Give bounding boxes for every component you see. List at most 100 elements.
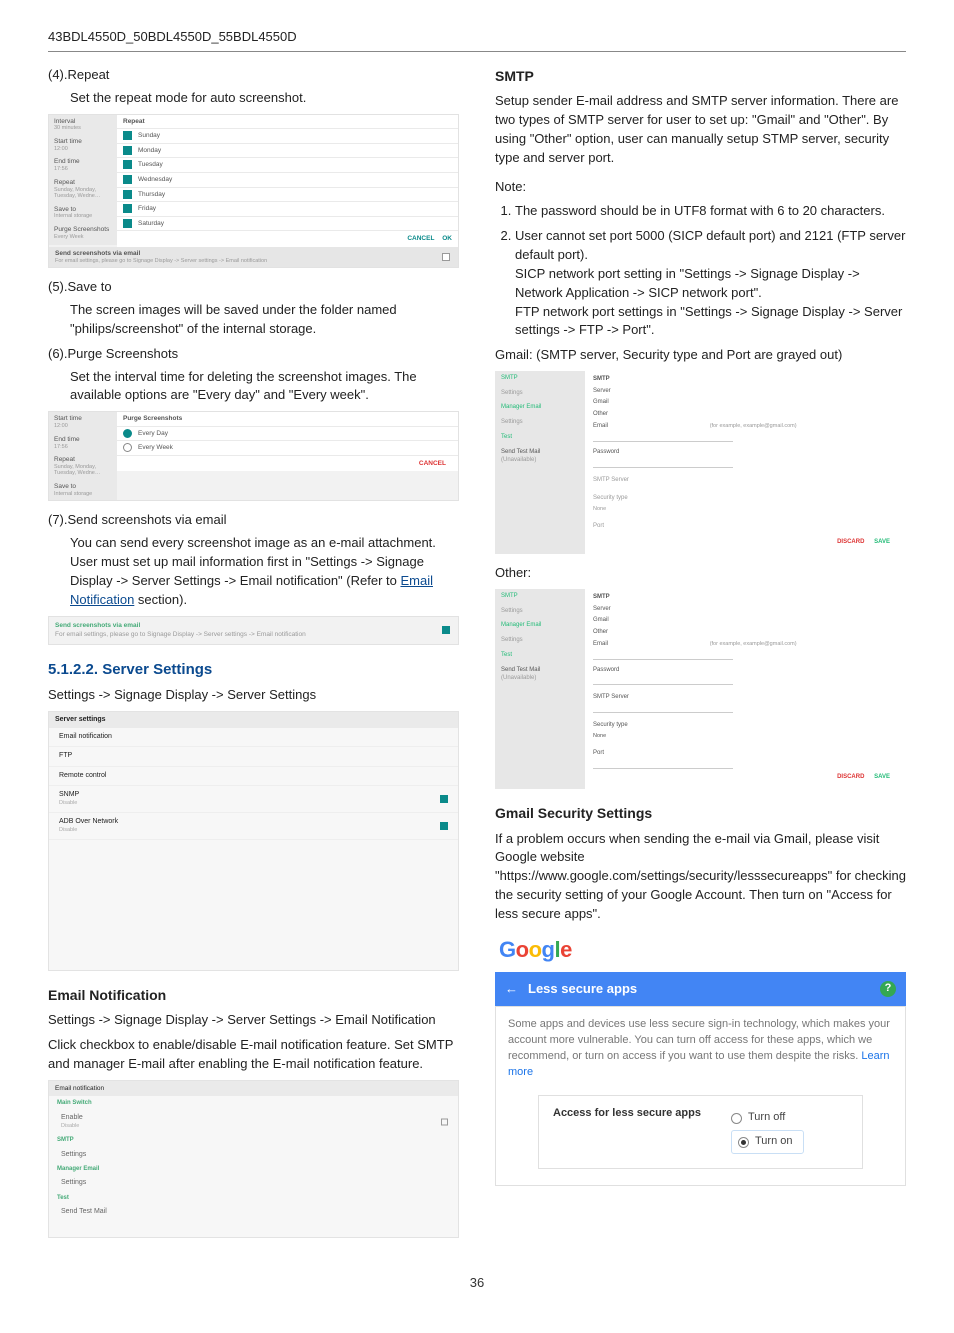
note-1: The password should be in UTF8 format wi… bbox=[515, 202, 906, 221]
purge-panel: Start time12:00 End time17:56 RepeatSund… bbox=[48, 411, 459, 501]
access-box: Access for less secure apps Turn off Tur… bbox=[538, 1095, 863, 1169]
so-radio-gmail[interactable]: Gmail bbox=[593, 616, 898, 625]
sg-radio-gmail[interactable]: Gmail bbox=[593, 398, 898, 407]
repeat-cancel-button[interactable]: CANCEL bbox=[407, 235, 434, 242]
checkbox-icon bbox=[441, 1118, 448, 1125]
day-sunday[interactable]: Sunday bbox=[117, 129, 458, 144]
sg-settings2[interactable]: Settings bbox=[495, 415, 585, 430]
so-sendtest-label: Send Test Mail bbox=[501, 667, 540, 673]
sg-sendtest-label: Send Test Mail bbox=[501, 449, 540, 455]
access-label: Access for less secure apps bbox=[553, 1106, 701, 1122]
so-save-button[interactable]: SAVE bbox=[874, 774, 890, 780]
item-repeat-desc: Set the repeat mode for auto screenshot. bbox=[48, 89, 459, 108]
so-settings[interactable]: Settings bbox=[495, 604, 585, 619]
purge-title: Purge Screenshots bbox=[117, 412, 458, 426]
smtp-other-panel: SMTP Settings Manager Email Settings Tes… bbox=[495, 589, 906, 789]
day-monday[interactable]: Monday bbox=[117, 144, 458, 159]
note-label: Note: bbox=[495, 178, 906, 197]
repeat-ok-button[interactable]: OK bbox=[442, 235, 452, 242]
less-secure-apps-bar: Less secure apps ? bbox=[495, 972, 906, 1007]
sg-radio-other[interactable]: Other bbox=[593, 410, 898, 419]
send-panel-toggle[interactable] bbox=[442, 626, 450, 634]
ss-snmp-label: SNMP bbox=[59, 790, 448, 800]
sg-password-input[interactable] bbox=[593, 460, 733, 468]
so-email-hint: (for example, example@gmail.com) bbox=[710, 641, 797, 647]
pp-start: Start time bbox=[54, 415, 112, 423]
help-icon[interactable]: ? bbox=[880, 981, 896, 997]
purge-cancel-button[interactable]: CANCEL bbox=[419, 460, 446, 467]
back-icon[interactable]: Less secure apps bbox=[505, 980, 637, 999]
en-header: Email notification bbox=[49, 1081, 458, 1096]
en-enable[interactable]: Enable Disable bbox=[49, 1111, 458, 1133]
repeat-title: Repeat bbox=[117, 115, 458, 129]
sg-save-button[interactable]: SAVE bbox=[874, 539, 890, 545]
sg-sendtest-sub: (Unavailable) bbox=[501, 456, 579, 465]
sg-sendtest[interactable]: Send Test Mail(Unavailable) bbox=[495, 445, 585, 468]
sp-start: Start time bbox=[54, 138, 112, 146]
server-settings-panel: Server settings Email notification FTP R… bbox=[48, 711, 459, 971]
so-security-val[interactable]: None bbox=[593, 733, 898, 741]
sp-purge-sub: Every Week bbox=[54, 234, 112, 241]
ss-ftp[interactable]: FTP bbox=[49, 747, 458, 766]
item-title: Save to bbox=[68, 279, 112, 294]
sg-title: SMTP bbox=[593, 375, 898, 384]
repeat-panel: Interval30 minutes Start time12:00 End t… bbox=[48, 114, 459, 269]
ss-adb[interactable]: ADB Over Network Disable bbox=[49, 813, 458, 840]
so-sendtest-sub: (Unavailable) bbox=[501, 674, 579, 683]
footer-sub: For email settings, please go to Signage… bbox=[55, 258, 452, 265]
purge-every-day[interactable]: Every Day bbox=[117, 427, 458, 442]
pp-repeat-sub: Sunday, Monday, Tuesday, Wedne… bbox=[54, 464, 112, 477]
item-title: Send screenshots via email bbox=[68, 512, 227, 527]
smtp-p1: Setup sender E-mail address and SMTP ser… bbox=[495, 92, 906, 167]
sg-security-label: Security type bbox=[593, 495, 628, 501]
send-email-toggle[interactable] bbox=[442, 253, 450, 261]
item-title: Purge Screenshots bbox=[68, 346, 179, 361]
so-discard-button[interactable]: DISCARD bbox=[837, 774, 864, 780]
google-g: G bbox=[499, 937, 516, 962]
ss-snmp[interactable]: SNMP Disable bbox=[49, 786, 458, 813]
sg-email-text: Email bbox=[593, 423, 608, 429]
ss-header: Server settings bbox=[49, 712, 458, 728]
note-2: User cannot set port 5000 (SICP default … bbox=[515, 227, 906, 340]
day-thursday[interactable]: Thursday bbox=[117, 188, 458, 203]
day-tuesday[interactable]: Tuesday bbox=[117, 158, 458, 173]
send-panel-title: Send screenshots via email bbox=[55, 621, 452, 630]
sg-security: Security type bbox=[593, 494, 898, 503]
day-wednesday[interactable]: Wednesday bbox=[117, 173, 458, 188]
sg-port: Port bbox=[593, 522, 898, 531]
radio-turn-off[interactable]: Turn off bbox=[731, 1110, 804, 1126]
pp-repeat: Repeat bbox=[54, 456, 112, 464]
ss-email[interactable]: Email notification bbox=[49, 728, 458, 747]
so-smtpserver: SMTP Server bbox=[593, 693, 898, 702]
so-port: Port bbox=[593, 749, 898, 758]
so-email-input[interactable] bbox=[593, 652, 733, 660]
sg-email-hint: (for example, example@gmail.com) bbox=[710, 423, 797, 429]
so-server-label: Server bbox=[593, 605, 898, 614]
so-radio-other[interactable]: Other bbox=[593, 628, 898, 637]
smtp-gmail-panel: SMTP Settings Manager Email Settings Tes… bbox=[495, 371, 906, 554]
item-purge-desc: Set the interval time for deleting the s… bbox=[48, 368, 459, 406]
sg-discard-button[interactable]: DISCARD bbox=[837, 539, 864, 545]
so-smtpserver-input[interactable] bbox=[593, 705, 733, 713]
page-number: 36 bbox=[48, 1274, 906, 1293]
en-group-manager: Manager Email bbox=[49, 1162, 458, 1177]
en-manager-settings[interactable]: Settings bbox=[49, 1176, 458, 1190]
gmail-sec-para: If a problem occurs when sending the e-m… bbox=[495, 830, 906, 924]
page-header: 43BDL4550D_50BDL4550D_55BDL4550D bbox=[48, 28, 906, 52]
sg-settings[interactable]: Settings bbox=[495, 386, 585, 401]
so-sendtest[interactable]: Send Test Mail(Unavailable) bbox=[495, 663, 585, 686]
so-password-input[interactable] bbox=[593, 677, 733, 685]
radio-turn-on[interactable]: Turn on bbox=[731, 1130, 804, 1154]
ss-snmp-sub: Disable bbox=[59, 800, 448, 808]
purge-every-week[interactable]: Every Week bbox=[117, 441, 458, 456]
so-settings2[interactable]: Settings bbox=[495, 633, 585, 648]
sg-email-input[interactable] bbox=[593, 434, 733, 442]
left-column: (4).Repeat Set the repeat mode for auto … bbox=[48, 66, 459, 1249]
so-port-input[interactable] bbox=[593, 761, 733, 769]
day-friday[interactable]: Friday bbox=[117, 202, 458, 217]
ss-remote[interactable]: Remote control bbox=[49, 767, 458, 786]
en-smtp-settings[interactable]: Settings bbox=[49, 1148, 458, 1162]
sp-repeat-sub: Sunday, Monday, Tuesday, Wedne… bbox=[54, 187, 112, 200]
day-saturday[interactable]: Saturday bbox=[117, 217, 458, 232]
en-test-send[interactable]: Send Test Mail bbox=[49, 1205, 458, 1219]
